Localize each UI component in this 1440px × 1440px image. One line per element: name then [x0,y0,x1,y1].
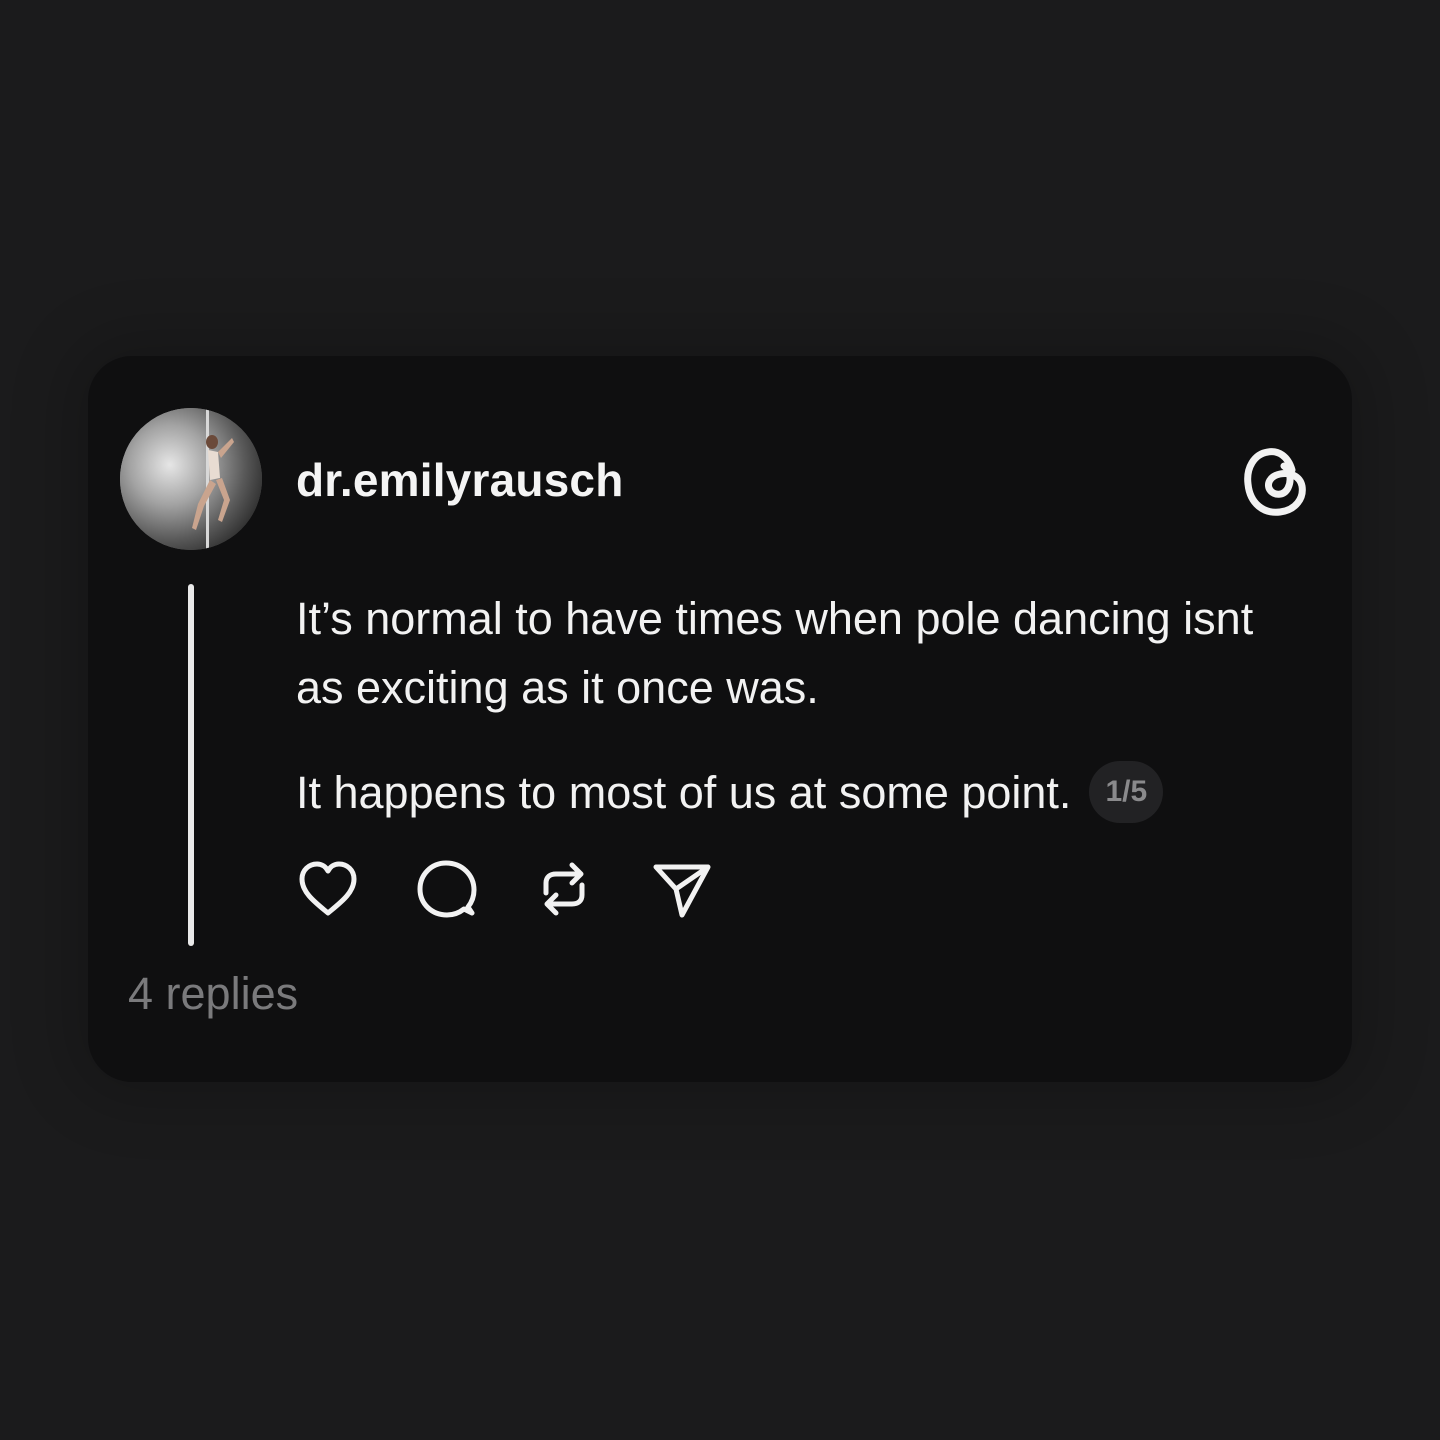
thread-post-card: dr.emilyrausch It’s normal to have times… [88,356,1352,1082]
page-indicator-badge: 1/5 [1089,761,1164,824]
like-button[interactable] [296,857,360,921]
replies-count-link[interactable]: 4 replies [128,966,298,1022]
post-actions [296,854,768,924]
comment-icon [417,860,477,918]
post-paragraph-2: It happens to most of us at some point. 1… [296,758,1306,827]
post-paragraph-2-text: It happens to most of us at some point. [296,767,1072,818]
avatar[interactable] [120,408,262,550]
post-paragraph-1: It’s normal to have times when pole danc… [296,593,1254,713]
share-button[interactable] [650,857,714,921]
thread-connector-line [188,584,194,946]
comment-button[interactable] [414,857,478,921]
post-body: It’s normal to have times when pole danc… [296,584,1306,827]
heart-icon [299,861,357,916]
repost-button[interactable] [532,857,596,921]
avatar-photo [120,408,262,550]
repost-icon [543,862,585,916]
username[interactable]: dr.emilyrausch [296,452,624,508]
threads-logo-icon[interactable] [1240,442,1312,522]
share-icon [653,864,711,918]
